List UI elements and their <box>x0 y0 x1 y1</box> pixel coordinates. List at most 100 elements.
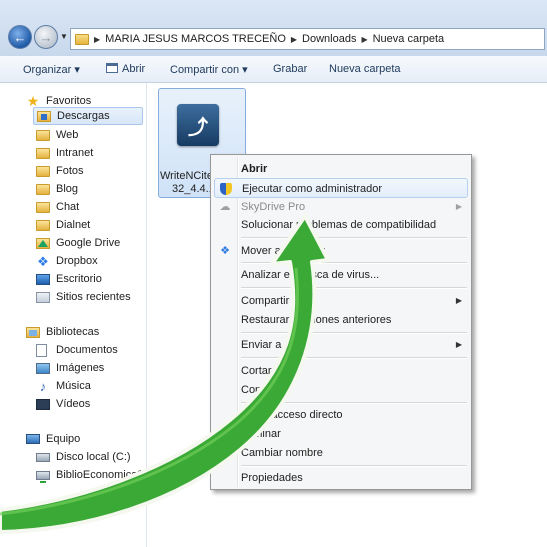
cloud-icon: ☁ <box>219 201 231 213</box>
sidebar-item-blog[interactable]: Blog <box>36 180 78 198</box>
star-icon: ★ <box>26 92 40 109</box>
sidebar-label: Vídeos <box>56 398 91 410</box>
chevron-right-icon[interactable]: ▶ <box>94 35 100 44</box>
sidebar-label: Imágenes <box>56 362 105 374</box>
sidebar-label: Intranet <box>56 147 94 159</box>
sidebar-item-chat[interactable]: Chat <box>36 198 79 216</box>
back-arrow-icon: ← <box>13 29 27 45</box>
open-button[interactable]: Abrir <box>106 63 145 75</box>
menu-label: Crear acceso directo <box>241 409 343 421</box>
open-label: Abrir <box>122 63 146 75</box>
sidebar-item-disco-local[interactable]: Disco local (C:) <box>36 448 131 466</box>
address-bar-row: ← → ▼ ▶ MARIA JESUS MARCOS TRECEÑO ▶ Dow… <box>0 0 547 56</box>
menu-item-analizar-virus[interactable]: Analizar en busca de virus... <box>214 265 468 285</box>
recent-pages-dropdown[interactable]: ▼ <box>60 32 68 41</box>
sidebar-label: Dialnet <box>56 219 91 231</box>
menu-separator <box>241 402 467 404</box>
forward-arrow-icon: → <box>39 29 53 45</box>
computer-icon <box>26 434 40 444</box>
forward-button[interactable]: → <box>34 25 58 49</box>
sidebar-label: Fotos <box>56 165 84 177</box>
dropbox-icon: ❖ <box>37 253 49 269</box>
sidebar-item-intranet[interactable]: Intranet <box>36 144 93 162</box>
sidebar-computer-header[interactable]: Equipo <box>26 430 80 448</box>
share-button[interactable]: Compartir con ▾ <box>170 63 248 76</box>
sidebar-label: Sitios recientes <box>56 291 131 303</box>
menu-item-compartir-con[interactable]: Compartir con ▶ <box>214 291 468 311</box>
menu-separator <box>241 332 467 334</box>
sidebar-label: Equipo <box>46 433 81 445</box>
chevron-right-icon[interactable]: ▶ <box>361 35 367 44</box>
sidebar-item-fotos[interactable]: Fotos <box>36 162 84 180</box>
menu-label: SkyDrive Pro <box>241 201 306 213</box>
sidebar-label: Favoritos <box>46 95 92 107</box>
menu-item-restaurar[interactable]: Restaurar versiones anteriores <box>214 310 468 330</box>
uac-shield-icon <box>220 183 232 195</box>
menu-label: Copiar <box>241 384 274 396</box>
folder-icon <box>75 33 89 45</box>
sidebar-label: Google Drive <box>56 237 121 249</box>
chevron-right-icon[interactable]: ▶ <box>291 35 297 44</box>
sidebar-label: Blog <box>56 183 79 195</box>
folder-icon <box>36 183 50 195</box>
sidebar-label: Bibliotecas <box>46 326 100 338</box>
menu-item-compatibilidad[interactable]: Solucionar problemas de compatibilidad <box>214 215 468 235</box>
sidebar-item-google-drive[interactable]: Google Drive <box>36 234 120 252</box>
menu-label: Propiedades <box>241 472 303 484</box>
recent-places-icon <box>36 291 50 303</box>
folder-icon <box>36 201 50 213</box>
sidebar-item-escritorio[interactable]: Escritorio <box>36 270 102 288</box>
menu-label: Restaurar versiones anteriores <box>241 314 392 326</box>
organize-button[interactable]: Organizar ▾ <box>23 63 80 76</box>
sidebar-item-imagenes[interactable]: Imágenes <box>36 359 104 377</box>
menu-label: Analizar en busca de virus... <box>241 269 380 281</box>
new-folder-button[interactable]: Nueva carpeta <box>329 63 401 75</box>
sidebar-item-dropbox[interactable]: ❖ Dropbox <box>36 252 97 270</box>
menu-item-cortar[interactable]: Cortar <box>214 361 468 381</box>
sidebar-item-descargas[interactable]: Descargas <box>33 107 143 125</box>
breadcrumb-nueva-carpeta[interactable]: Nueva carpeta <box>373 33 445 45</box>
menu-item-abrir[interactable]: Abrir <box>214 159 468 179</box>
menu-label: Cambiar nombre <box>241 447 323 459</box>
sidebar-label: Chat <box>56 201 80 213</box>
sidebar-libraries-header[interactable]: Bibliotecas <box>26 323 99 341</box>
menu-label: Compartir con <box>241 295 311 307</box>
address-box[interactable]: ▶ MARIA JESUS MARCOS TRECEÑO ▶ Downloads… <box>70 28 545 50</box>
sidebar-item-dialnet[interactable]: Dialnet <box>36 216 90 234</box>
folder-icon <box>36 129 50 141</box>
menu-item-ejecutar-admin[interactable]: Ejecutar como administrador <box>214 178 468 198</box>
google-drive-icon <box>36 237 50 249</box>
sidebar-item-videos[interactable]: Vídeos <box>36 395 90 413</box>
menu-item-copiar[interactable]: Copiar <box>214 380 468 400</box>
music-icon: ♪ <box>39 378 47 394</box>
menu-item-skydrive-pro[interactable]: ☁ SkyDrive Pro ▶ <box>214 197 468 217</box>
breadcrumb-user[interactable]: MARIA JESUS MARCOS TRECEÑO <box>105 33 286 45</box>
menu-label: Abrir <box>241 163 268 175</box>
pictures-icon <box>36 362 50 374</box>
sidebar-item-web[interactable]: Web <box>36 126 78 144</box>
breadcrumb-downloads[interactable]: Downloads <box>302 33 356 45</box>
sidebar-item-musica[interactable]: ♪ Música <box>36 377 91 395</box>
folder-icon <box>36 219 50 231</box>
document-icon <box>36 343 47 357</box>
sidebar-label: Escritorio <box>56 273 102 285</box>
sidebar-item-documentos[interactable]: Documentos <box>36 341 118 359</box>
menu-item-cambiar-nombre[interactable]: Cambiar nombre <box>214 443 468 463</box>
burn-button[interactable]: Grabar <box>273 63 307 75</box>
sidebar-item-sitios-recientes[interactable]: Sitios recientes <box>36 288 131 306</box>
libraries-icon <box>26 326 40 338</box>
menu-label: Cortar <box>241 365 272 377</box>
menu-item-enviar-a[interactable]: Enviar a ▶ <box>214 335 468 355</box>
submenu-arrow-icon: ▶ <box>455 340 462 349</box>
video-icon <box>36 398 50 410</box>
menu-item-crear-acceso[interactable]: Crear acceso directo <box>214 405 468 425</box>
menu-separator <box>241 237 467 239</box>
menu-item-eliminar[interactable]: Eliminar <box>214 424 468 444</box>
installer-app-icon[interactable]: ⤴ <box>177 104 219 146</box>
menu-item-dropbox[interactable]: ❖ Mover a Dropbox <box>214 241 468 261</box>
sidebar-item-network-drive[interactable]: BiblioEconomica$ (\ <box>36 466 153 484</box>
sidebar-label: Música <box>56 380 91 392</box>
back-button[interactable]: ← <box>8 25 32 49</box>
sidebar-label: Documentos <box>56 344 118 356</box>
menu-item-propiedades[interactable]: Propiedades <box>214 468 468 488</box>
